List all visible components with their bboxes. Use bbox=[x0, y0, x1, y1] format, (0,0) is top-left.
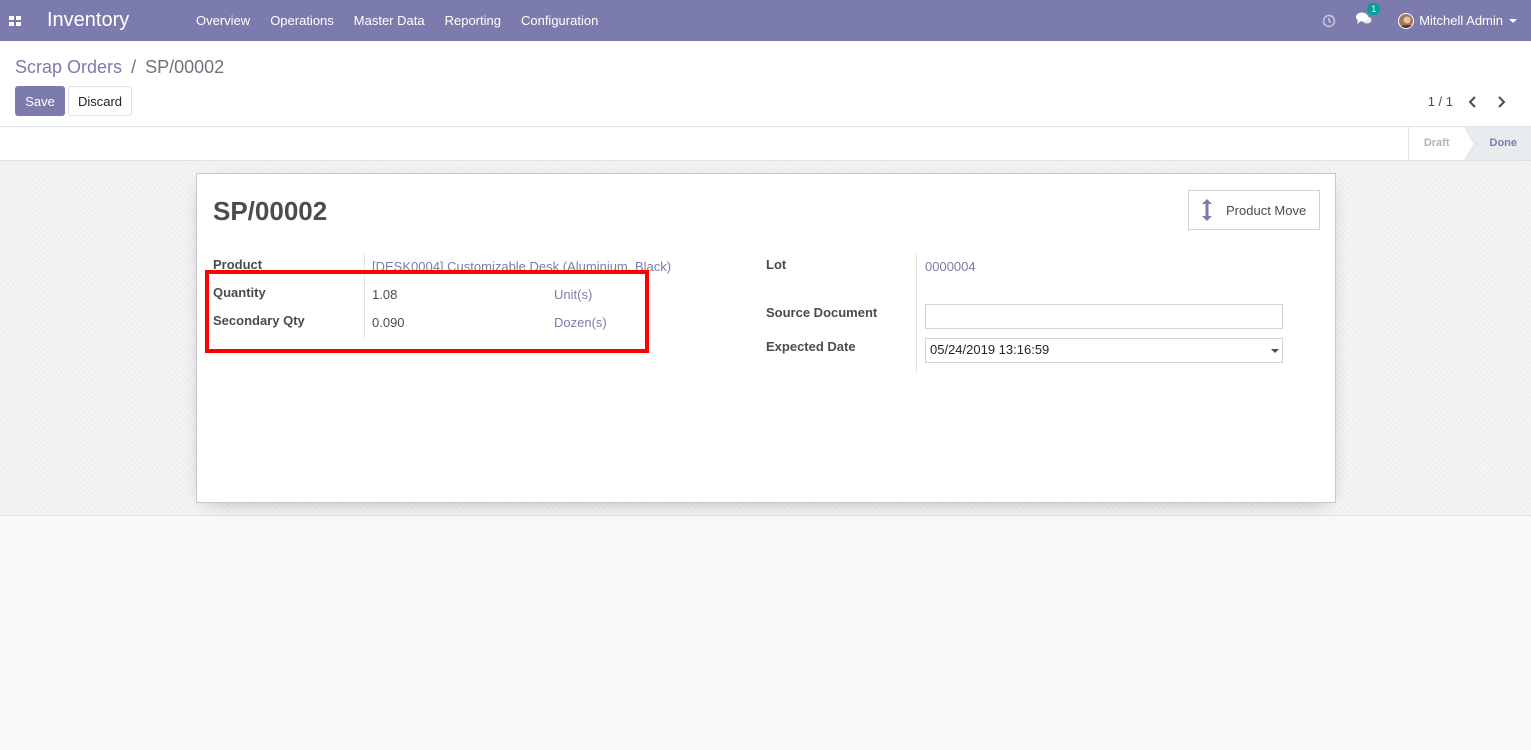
form-sheet: SP/00002 Product Move Product [DESK0004]… bbox=[196, 173, 1336, 503]
app-title[interactable]: Inventory bbox=[47, 9, 178, 32]
menu-item-overview[interactable]: Overview bbox=[186, 0, 260, 41]
pager-value[interactable]: 1 / 1 bbox=[1428, 94, 1453, 109]
source-document-input[interactable] bbox=[925, 304, 1283, 329]
product-label: Product bbox=[213, 257, 263, 272]
secondary-qty-label: Secondary Qty bbox=[213, 313, 305, 328]
secondary-qty-uom[interactable]: Dozen(s) bbox=[554, 315, 607, 330]
product-move-button[interactable]: Product Move bbox=[1188, 190, 1320, 230]
secondary-qty-value[interactable]: 0.090 bbox=[372, 315, 405, 330]
breadcrumb-separator: / bbox=[131, 57, 137, 77]
form-sheet-background: SP/00002 Product Move Product [DESK0004]… bbox=[0, 161, 1531, 516]
highlight-annotation-box bbox=[205, 270, 649, 353]
navbar-systray: 1 Mitchell Admin bbox=[1322, 0, 1531, 41]
menu-item-configuration[interactable]: Configuration bbox=[511, 0, 608, 41]
expected-date-input[interactable]: 05/24/2019 13:16:59 bbox=[925, 338, 1283, 363]
chat-count-badge: 1 bbox=[1367, 3, 1381, 15]
menu-item-master-data[interactable]: Master Data bbox=[344, 0, 435, 41]
lot-value[interactable]: 0000004 bbox=[925, 259, 976, 274]
left-group-separator bbox=[364, 254, 365, 339]
menu-item-operations[interactable]: Operations bbox=[260, 0, 344, 41]
product-value[interactable]: [DESK0004] Customizable Desk (Aluminium,… bbox=[372, 259, 671, 274]
control-panel: Scrap Orders / SP/00002 Save Discard 1 /… bbox=[0, 41, 1531, 127]
chevron-down-icon[interactable] bbox=[1271, 349, 1279, 353]
expected-date-value: 05/24/2019 13:16:59 bbox=[930, 342, 1050, 357]
apps-grid-icon[interactable] bbox=[0, 0, 30, 41]
chevron-right-icon[interactable] bbox=[1493, 94, 1509, 110]
chat-button[interactable]: 1 bbox=[1356, 3, 1381, 29]
breadcrumb-scrap-orders[interactable]: Scrap Orders bbox=[15, 57, 122, 77]
source-document-label: Source Document bbox=[766, 305, 878, 320]
clock-icon[interactable] bbox=[1322, 14, 1336, 28]
statusbar: Draft Done bbox=[0, 127, 1531, 161]
avatar[interactable] bbox=[1398, 12, 1415, 29]
save-button[interactable]: Save bbox=[15, 86, 65, 116]
record-title: SP/00002 bbox=[213, 196, 328, 226]
product-move-label: Product Move bbox=[1226, 202, 1307, 218]
quantity-uom[interactable]: Unit(s) bbox=[554, 287, 592, 302]
chevron-down-icon[interactable] bbox=[1509, 18, 1517, 23]
menu-item-reporting[interactable]: Reporting bbox=[435, 0, 511, 41]
status-stages: Draft Done bbox=[1407, 127, 1531, 160]
breadcrumb-current: SP/00002 bbox=[145, 57, 225, 77]
top-navbar: Inventory Overview Operations Master Dat… bbox=[0, 0, 1531, 41]
right-group-separator bbox=[916, 254, 917, 374]
main-menu: Overview Operations Master Data Reportin… bbox=[186, 0, 608, 41]
vertical-arrows-icon bbox=[1202, 199, 1212, 221]
quantity-label: Quantity bbox=[213, 285, 266, 300]
quantity-value[interactable]: 1.08 bbox=[372, 287, 397, 302]
user-menu-name[interactable]: Mitchell Admin bbox=[1419, 13, 1503, 28]
expected-date-label: Expected Date bbox=[766, 339, 856, 354]
breadcrumb: Scrap Orders / SP/00002 bbox=[15, 57, 224, 78]
discard-button[interactable]: Discard bbox=[68, 86, 132, 116]
chevron-left-icon[interactable] bbox=[1465, 94, 1481, 110]
stage-draft[interactable]: Draft bbox=[1407, 127, 1475, 160]
lot-label: Lot bbox=[766, 257, 787, 272]
